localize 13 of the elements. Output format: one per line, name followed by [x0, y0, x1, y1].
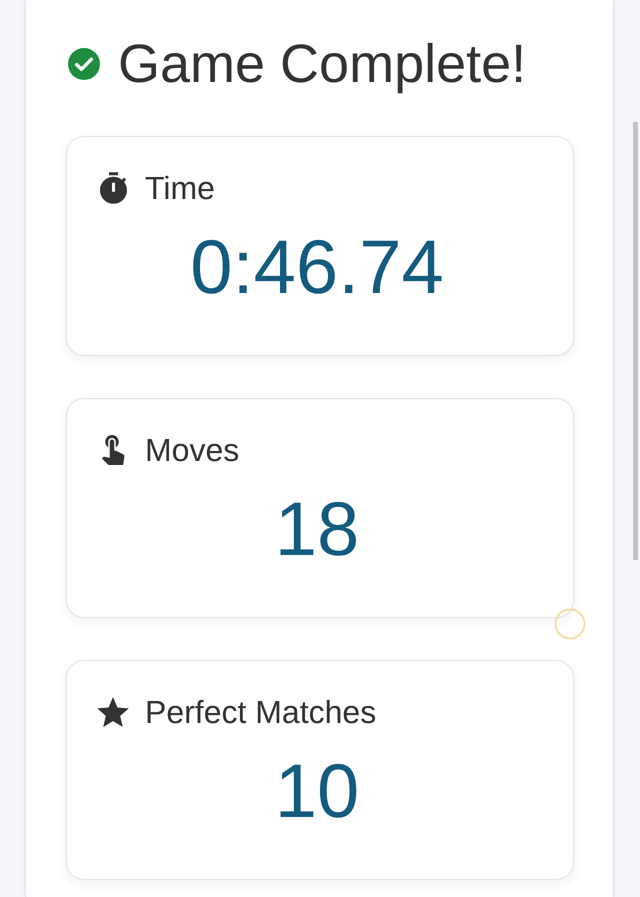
stopwatch-icon [100, 172, 126, 204]
star-icon [97, 697, 129, 727]
stat-label: Moves [145, 432, 240, 468]
touch-ring-icon [554, 608, 586, 640]
stat-value: 18 [274, 490, 360, 570]
stat-label: Perfect Matches [145, 694, 376, 730]
scrollbar-thumb[interactable] [633, 122, 638, 560]
stat-value: 0:46.74 [190, 228, 444, 308]
stat-label: Time [145, 170, 215, 206]
check-circle-icon [68, 48, 100, 80]
title: Game Complete! [118, 36, 526, 92]
stat-value: 10 [274, 752, 360, 832]
pointing-hand-icon [102, 435, 124, 465]
